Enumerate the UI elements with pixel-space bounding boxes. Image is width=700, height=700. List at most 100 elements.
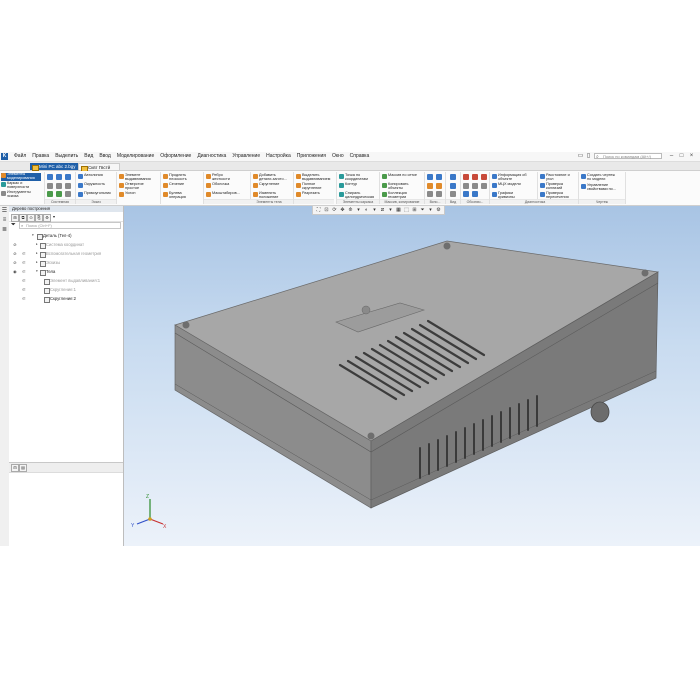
tab-second-document[interactable]: Сквт Гвстй: [78, 163, 120, 172]
app-logo-icon[interactable]: K: [1, 153, 8, 160]
tree-panel-toggle-icon[interactable]: ☰: [1, 208, 8, 214]
visibility-icon[interactable]: ⊘: [12, 258, 18, 267]
tree-settings-icon[interactable]: ⚙: [43, 214, 51, 222]
point-by-coords-button[interactable]: Точка по координатам: [339, 173, 368, 182]
create-drawing-button[interactable]: Создать чертеж по модели: [581, 173, 615, 182]
undo-icon[interactable]: [47, 191, 53, 197]
leader-icon[interactable]: [481, 174, 487, 180]
properties-icon[interactable]: [65, 191, 71, 197]
menu-select[interactable]: Выделить: [52, 153, 81, 160]
view-style-icon[interactable]: [450, 191, 456, 197]
tree-item-sketches[interactable]: ⊘ ∈ ▸ Эскизы: [9, 258, 123, 267]
parameters-panel-icon[interactable]: ≡: [1, 217, 8, 223]
menu-view[interactable]: Вид: [81, 153, 96, 160]
3d-viewport[interactable]: ⛶ ⊡ ⟳ ✥ ⟰ ▾ ◐ ▾ ⧄ ▾ ▦ ⬚ ⊞ ⏷ ▾ ⚙ Z X Y: [124, 206, 700, 546]
menu-diagnostics[interactable]: Диагностика: [194, 153, 229, 160]
copy-icon[interactable]: [56, 183, 62, 189]
paste-icon[interactable]: [65, 183, 71, 189]
copy-objects-button[interactable]: Копировать объекты: [382, 182, 408, 191]
link-icon[interactable]: ∈: [21, 258, 27, 267]
thread-icon[interactable]: [472, 174, 478, 180]
open-file-icon[interactable]: [56, 174, 62, 180]
menu-file[interactable]: Файл: [11, 153, 29, 160]
tree-item-extrude-1[interactable]: ∈ Элемент выдавливания:1: [9, 276, 123, 285]
scale-button[interactable]: Масштабиров...: [206, 191, 240, 197]
mini-pc-case-model[interactable]: Z X Y: [124, 206, 700, 546]
filter-icon[interactable]: ⏷: [11, 222, 16, 229]
mass-properties-button[interactable]: МЦХ модели: [492, 182, 521, 188]
rectangle-button[interactable]: Прямоугольник: [78, 191, 111, 197]
link-icon[interactable]: ∈: [21, 249, 27, 258]
manage-properties-button[interactable]: Управление свойствами по...: [581, 183, 616, 192]
menu-input[interactable]: Ввод: [96, 153, 114, 160]
chevron-down-icon[interactable]: ▾: [51, 214, 57, 220]
window-minimize-button[interactable]: ▭: [577, 153, 584, 160]
extrude-button[interactable]: Элемент выдавливания: [119, 173, 151, 182]
command-search-input[interactable]: ⌕ Поиск по командам (Alt+/): [594, 153, 662, 160]
expand-arrow-icon[interactable]: ▸: [36, 258, 38, 267]
link-icon[interactable]: ∈: [21, 276, 27, 285]
tree-item-fillet-2[interactable]: ∈ Скругление:2: [9, 294, 123, 303]
extend-plane-button[interactable]: Продлить плоскость: [163, 173, 187, 182]
tree-item-fillet-1[interactable]: ∈ Скругление:1: [9, 285, 123, 294]
text-icon[interactable]: [472, 191, 478, 197]
menu-formatting[interactable]: Оформление: [157, 153, 194, 160]
menu-edit[interactable]: Правка: [29, 153, 52, 160]
cut-extrude-button[interactable]: Выделить выдавливанием: [296, 173, 330, 182]
visibility-icon[interactable]: ⊘: [12, 240, 18, 249]
link-icon[interactable]: ∈: [21, 285, 27, 294]
link-icon[interactable]: ∈: [21, 294, 27, 303]
mode-solid-modeling[interactable]: Элементы моделирования: [1, 172, 41, 181]
axis-aux-icon[interactable]: [436, 174, 442, 180]
visibility-icon[interactable]: ◉: [12, 267, 18, 276]
plane-aux-icon[interactable]: [427, 174, 433, 180]
layers-panel-icon[interactable]: ≣: [1, 227, 8, 233]
shell-button[interactable]: Оболочка: [206, 182, 229, 188]
minimize-button[interactable]: –: [668, 153, 675, 160]
menu-modeling[interactable]: Моделирование: [114, 153, 157, 160]
menu-window[interactable]: Окно: [329, 153, 347, 160]
tree-copy-icon[interactable]: ⎘: [35, 214, 43, 222]
close-button[interactable]: ×: [688, 153, 695, 160]
expand-arrow-icon[interactable]: ▸: [36, 240, 38, 249]
rib-button[interactable]: Ребро жесткости: [206, 173, 230, 182]
point-aux-icon[interactable]: [427, 191, 433, 197]
object-info-button[interactable]: Информация об объекте: [492, 173, 527, 182]
base-icon[interactable]: [472, 183, 478, 189]
tree-item-aux-geometry[interactable]: ⊘ ∈ ▸ Вспомогательная геометрия: [9, 249, 123, 258]
dimension-icon[interactable]: [463, 174, 469, 180]
list-tab-icon[interactable]: ▤: [19, 464, 27, 472]
redo-icon[interactable]: [56, 191, 62, 197]
reposition-button[interactable]: Изменить положение: [253, 191, 278, 200]
autoline-button[interactable]: Автолиния: [78, 173, 103, 179]
tree-item-coordinate-system[interactable]: ⊘ ▸ Система координат: [9, 240, 123, 249]
full-fillet-button[interactable]: Полное скругление: [296, 182, 322, 191]
menu-help[interactable]: Справка: [347, 153, 373, 160]
offset-plane-icon[interactable]: [427, 183, 433, 189]
properties-tab-icon[interactable]: ⊟: [11, 464, 19, 472]
contour-button[interactable]: Контур: [339, 182, 357, 188]
tree-search-input[interactable]: ⌕ Поиск (Ctrl+F): [19, 222, 121, 229]
visibility-icon[interactable]: ⊘: [12, 249, 18, 258]
hole-button[interactable]: Отверстие простое: [119, 182, 144, 191]
expand-arrow-icon[interactable]: ▸: [36, 249, 38, 258]
maximize-button[interactable]: □: [678, 153, 685, 160]
tangent-plane-icon[interactable]: [436, 183, 442, 189]
intersection-check-button[interactable]: Проверка пересечения: [540, 191, 569, 200]
mode-surfaces[interactable]: Каркас и поверхности: [1, 181, 29, 190]
boolean-button[interactable]: Булева операция: [163, 191, 186, 200]
save-icon[interactable]: [65, 174, 71, 180]
view-zoom-icon[interactable]: [450, 183, 456, 189]
tree-history-icon[interactable]: ⧉: [19, 214, 27, 222]
draft-button[interactable]: Уклон: [119, 191, 135, 197]
tree-item-part[interactable]: ▾ Деталь (Тел-4): [9, 231, 123, 240]
mode-sketch-tools[interactable]: Инструменты эскиза: [1, 190, 31, 199]
tree-structure-icon[interactable]: ⊞: [11, 214, 19, 222]
collapse-arrow-icon[interactable]: ▾: [36, 267, 38, 276]
roughness-icon[interactable]: [463, 183, 469, 189]
tree-filter-icon[interactable]: ⊙: [27, 214, 35, 222]
menu-applications[interactable]: Приложения: [294, 153, 329, 160]
circle-button[interactable]: Окружность: [78, 182, 105, 188]
view-orient-icon[interactable]: [450, 174, 456, 180]
link-icon[interactable]: ∈: [21, 267, 27, 276]
